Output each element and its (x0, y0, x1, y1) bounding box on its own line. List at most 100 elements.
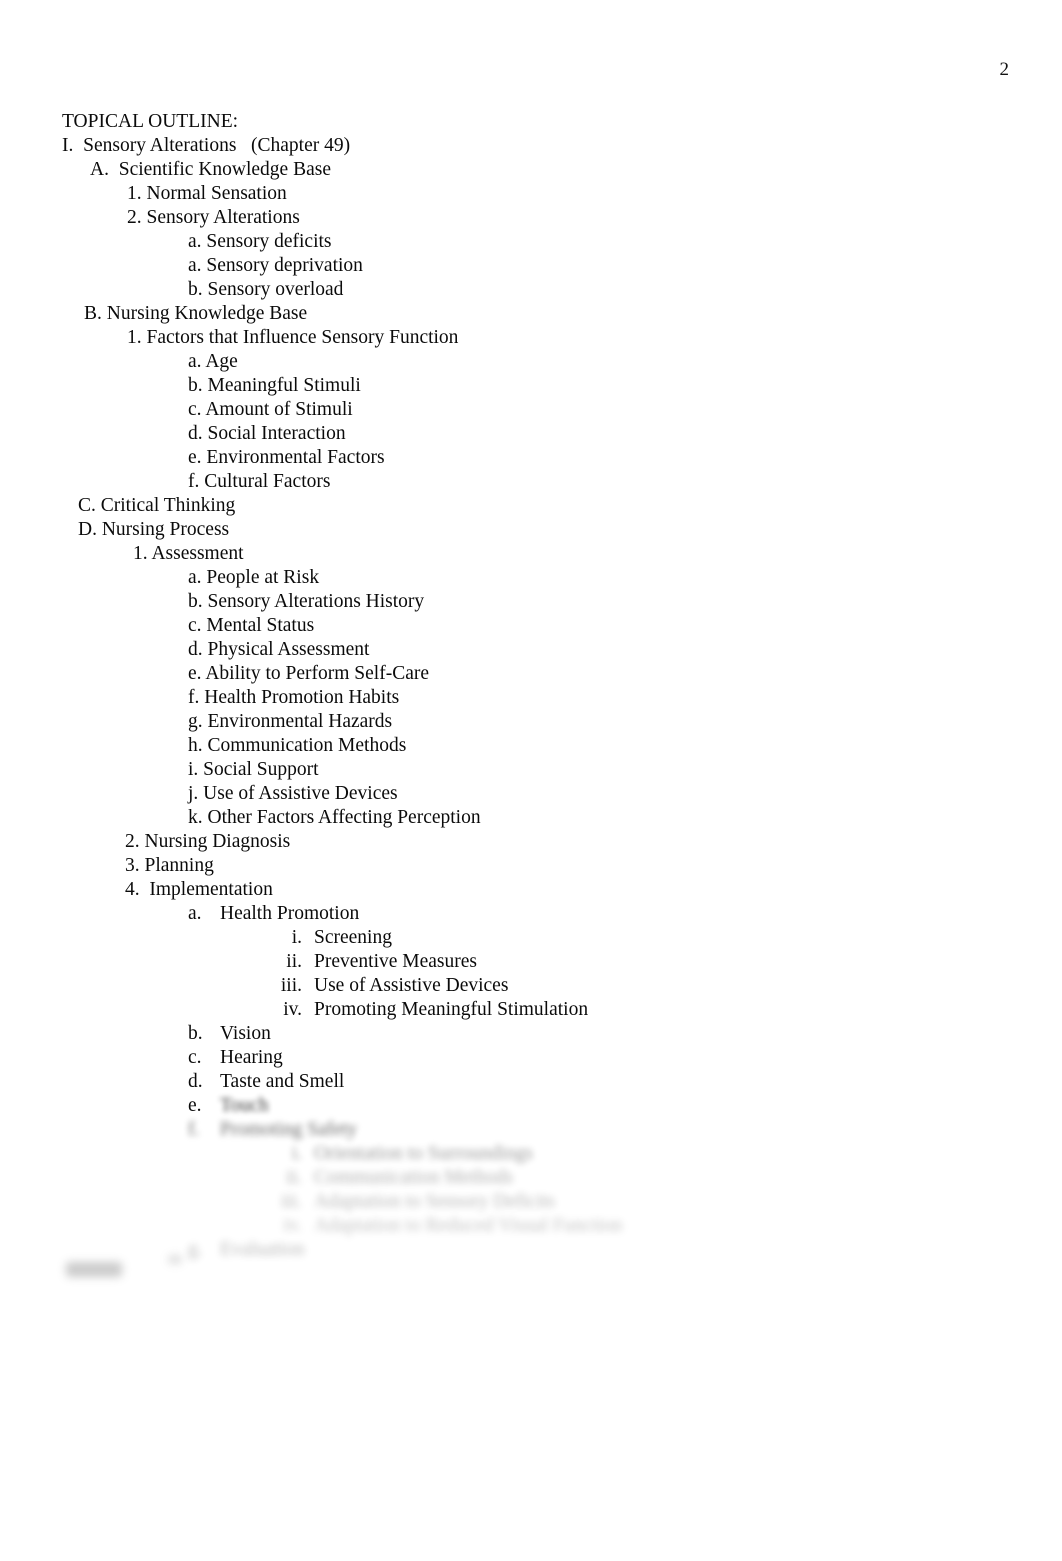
list-marker: D. (78, 519, 97, 540)
page-number: 2 (999, 59, 1010, 80)
outline-item-health-promotion: a. Health Promotion (0, 902, 1062, 926)
outline-item-label: Hearing (220, 1047, 283, 1068)
list-marker: b. (188, 375, 203, 396)
list-marker: b. (188, 279, 203, 300)
outline-item-hearing: c. Hearing (0, 1046, 1062, 1070)
list-marker: f. (188, 687, 200, 708)
outline-item-label: Vision (220, 1023, 271, 1044)
outline-item-label: Scientific Knowledge Base (118, 159, 331, 180)
outline-item-label: Mental Status (206, 615, 315, 636)
list-marker: g. (188, 1239, 203, 1260)
outline-item-label: Health Promotion Habits (204, 687, 400, 708)
list-marker: a. (188, 903, 202, 924)
outline-item-implementation: 4. Implementation (0, 878, 1062, 902)
outline-item-label: Normal Sensation (146, 183, 287, 204)
outline-item-meaningful-stimuli: b. Meaningful Stimuli (0, 374, 1062, 398)
outline-item-label: Age (205, 351, 238, 372)
list-marker: d. (188, 423, 203, 444)
outline-item-label-obscured: Adaptation to Reduced Visual Function (314, 1215, 623, 1236)
outline-heading: TOPICAL OUTLINE: (62, 111, 239, 132)
outline-item-taste-and-smell: d. Taste and Smell (0, 1070, 1062, 1094)
outline-item-label: Meaningful Stimuli (207, 375, 361, 396)
list-marker: c. (188, 1047, 202, 1068)
list-marker: 1. (133, 543, 148, 564)
outline-item-age: a. Age (0, 350, 1062, 374)
outline-item-label-obscured: Orientation to Surroundings (314, 1143, 533, 1164)
list-marker: b. (188, 1023, 203, 1044)
outline-item-planning: 3. Planning (0, 854, 1062, 878)
list-marker: a. (188, 351, 202, 372)
outline-item-label: Amount of Stimuli (205, 399, 353, 420)
outline-item-obscured-f: f. Promoting Safety (0, 1118, 1062, 1142)
outline-item-ability-self-care: e. Ability to Perform Self-Care (0, 662, 1062, 686)
outline-item-label: Promoting Meaningful Stimulation (314, 999, 589, 1020)
outline-item-sensory-deprivation: a. Sensory deprivation (0, 254, 1062, 278)
outline-item-label: Environmental Factors (206, 447, 385, 468)
outline-item-label-obscured: Evaluation (220, 1239, 305, 1260)
topical-outline: TOPICAL OUTLINE: I. Sensory Alterations … (0, 110, 1062, 1262)
list-marker: e. (188, 1095, 202, 1116)
list-marker: i. (188, 759, 199, 780)
list-marker: iii. (280, 975, 302, 996)
list-marker: 2. (127, 207, 142, 228)
outline-item-other-factors-perception: k. Other Factors Affecting Perception (0, 806, 1062, 830)
outline-item-obscured-i: i. Orientation to Surroundings (0, 1142, 1062, 1166)
list-marker: b. (188, 591, 203, 612)
list-marker: d. (188, 639, 203, 660)
margin-smudge-secondary (168, 1255, 182, 1264)
outline-item-label: Preventive Measures (314, 951, 477, 972)
list-marker: j. (188, 783, 199, 804)
outline-item-label: Planning (144, 855, 214, 876)
document-page: 2 TOPICAL OUTLINE: I. Sensory Alteration… (0, 0, 1062, 1561)
outline-item-use-assistive-devices-impl: iii. Use of Assistive Devices (0, 974, 1062, 998)
outline-item-label-obscured: Adaptation to Sensory Deficits (314, 1191, 555, 1212)
list-marker: iv. (283, 999, 302, 1020)
outline-item-label-obscured: Communication Methods (314, 1167, 513, 1188)
outline-item-social-interaction: d. Social Interaction (0, 422, 1062, 446)
outline-item-health-promotion-habits: f. Health Promotion Habits (0, 686, 1062, 710)
outline-item-nursing-diagnosis: 2. Nursing Diagnosis (0, 830, 1062, 854)
list-marker: A. (90, 159, 109, 180)
list-marker: i. (291, 927, 302, 948)
outline-item-label: Social Interaction (207, 423, 346, 444)
list-marker: f. (188, 1119, 200, 1140)
chapter-reference: (Chapter 49) (251, 135, 351, 156)
list-marker: g. (188, 711, 203, 732)
outline-item-b-nursing: B. Nursing Knowledge Base (0, 302, 1062, 326)
list-marker: C. (78, 495, 96, 516)
outline-item-label: Taste and Smell (220, 1071, 345, 1092)
list-marker: 2. (125, 831, 140, 852)
list-marker: i. (291, 1143, 302, 1164)
outline-item-obscured-g: g. Evaluation (0, 1238, 1062, 1262)
list-marker: 4. (125, 879, 140, 900)
outline-item-sensory-alterations-history: b. Sensory Alterations History (0, 590, 1062, 614)
outline-item-label: Sensory Alterations History (207, 591, 425, 612)
outline-item-c-critical-thinking: C. Critical Thinking (0, 494, 1062, 518)
outline-item-environmental-hazards: g. Environmental Hazards (0, 710, 1062, 734)
outline-item-label: Cultural Factors (204, 471, 331, 492)
outline-item-label: Communication Methods (207, 735, 407, 756)
outline-item-physical-assessment: d. Physical Assessment (0, 638, 1062, 662)
outline-item-factors-influence: 1. Factors that Influence Sensory Functi… (0, 326, 1062, 350)
list-marker: I. (62, 135, 74, 156)
outline-item-label: Environmental Hazards (207, 711, 393, 732)
outline-item-label: Sensory Alterations (83, 135, 237, 156)
outline-item-sensory-deficits: a. Sensory deficits (0, 230, 1062, 254)
outline-item-d-nursing-process: D. Nursing Process (0, 518, 1062, 542)
outline-item-label: Sensory Alterations (146, 207, 300, 228)
outline-item-label: Critical Thinking (100, 495, 236, 516)
outline-item-amount-of-stimuli: c. Amount of Stimuli (0, 398, 1062, 422)
outline-item-label: Other Factors Affecting Perception (207, 807, 481, 828)
outline-item-label: Factors that Influence Sensory Function (146, 327, 459, 348)
outline-item-communication-methods: h. Communication Methods (0, 734, 1062, 758)
list-marker: c. (188, 615, 202, 636)
list-marker: iv. (283, 1215, 302, 1236)
outline-item-obscured-iv: iv. Adaptation to Reduced Visual Function (0, 1214, 1062, 1238)
margin-smudge (66, 1262, 122, 1277)
list-marker: d. (188, 1071, 203, 1092)
outline-item-promoting-meaningful-stimulation: iv. Promoting Meaningful Stimulation (0, 998, 1062, 1022)
outline-item-label: Use of Assistive Devices (203, 783, 398, 804)
list-marker: iii. (280, 1191, 302, 1212)
outline-item-label: Screening (314, 927, 392, 948)
list-marker: e. (188, 663, 202, 684)
